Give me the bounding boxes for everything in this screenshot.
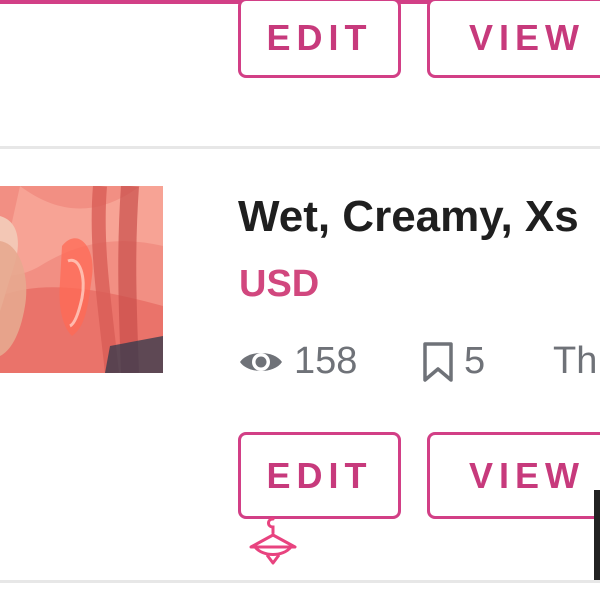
saves-count: 5: [464, 340, 486, 382]
edit-button-previous[interactable]: EDIT: [238, 0, 401, 78]
listing-stats: 158 5 Th: [238, 340, 600, 395]
listing-title[interactable]: Wet, Creamy, Xs: [238, 192, 579, 242]
hanger-icon: [249, 517, 297, 565]
views-count: 158: [294, 340, 358, 382]
view-button-previous[interactable]: VIEW: [427, 0, 600, 78]
listing-photo: [0, 186, 163, 373]
listing-thumbnail[interactable]: [0, 186, 163, 373]
saves-stat: 5: [422, 340, 485, 383]
scrollbar[interactable]: [594, 490, 600, 580]
bookmark-icon: [423, 341, 453, 382]
listing-price: USD: [239, 263, 320, 305]
eye-icon: [240, 352, 282, 371]
view-button[interactable]: VIEW: [427, 432, 600, 519]
edit-button[interactable]: EDIT: [238, 432, 401, 519]
bottom-divider: [0, 580, 600, 583]
listing-divider: [0, 146, 600, 149]
listing-date-partial: Th: [553, 340, 598, 382]
views-stat: 158: [238, 340, 357, 383]
